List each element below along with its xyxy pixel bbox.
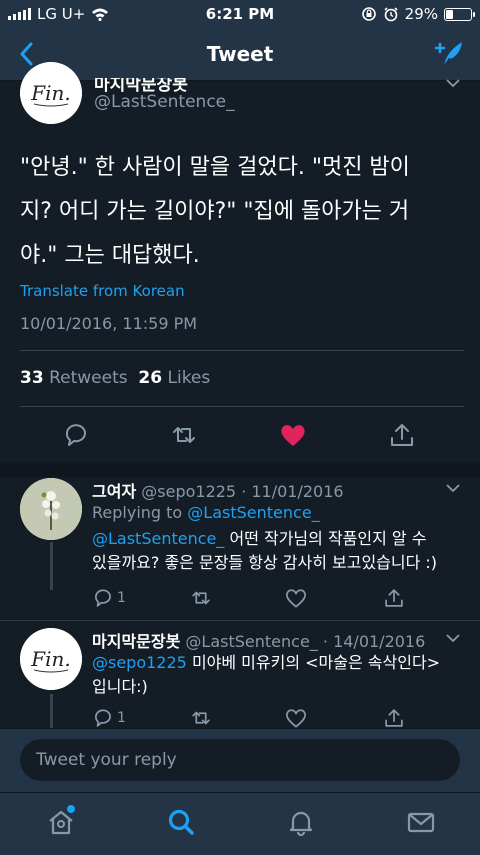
reply-author-name[interactable]: 마지막문장봇 [92, 632, 180, 651]
reply-text-part: 입니다:) [92, 677, 148, 696]
alarm-icon [384, 7, 398, 22]
notification-dot [65, 803, 77, 815]
chevron-down-icon[interactable] [446, 483, 460, 493]
tweet-text-line: "안녕." 한 사람이 말을 걸었다. "멋진 밤이 [20, 155, 410, 180]
share-icon[interactable] [388, 421, 416, 449]
tweet-stats[interactable]: 33 Retweets 26 Likes [20, 368, 210, 388]
share-icon[interactable] [383, 587, 405, 609]
retweet-icon[interactable] [170, 421, 198, 449]
reply-bar: Tweet your reply [0, 728, 480, 793]
thread-line [50, 542, 53, 590]
reply-count: 1 [117, 590, 126, 606]
bell-icon[interactable] [286, 807, 316, 837]
main-avatar[interactable]: Fin. [20, 62, 82, 124]
chevron-down-icon[interactable] [446, 633, 460, 643]
chevron-down-icon[interactable] [446, 78, 460, 88]
retweet-icon[interactable] [190, 587, 212, 609]
share-icon[interactable] [383, 707, 405, 729]
reply-date: 14/01/2016 [333, 632, 426, 651]
heart-outline-icon[interactable] [285, 587, 307, 609]
status-right: 29% [361, 5, 475, 23]
battery-icon [444, 7, 475, 21]
reply-author-handle[interactable]: @sepo1225 [141, 482, 236, 501]
heart-outline-icon[interactable] [285, 707, 307, 729]
reply-author-name[interactable]: 그여자 [92, 482, 136, 501]
reply-text: @sepo1225 미야베 미유키의 <마술은 속삭인다> 입니다:) [92, 651, 462, 699]
divider [0, 620, 480, 621]
likes-label: Likes [167, 368, 211, 388]
battery-percent: 29% [404, 5, 438, 23]
reply-icon[interactable] [62, 421, 90, 449]
mention-link[interactable]: @LastSentence_ [92, 529, 224, 548]
divider [20, 406, 464, 407]
compose-icon[interactable] [432, 38, 466, 70]
reply-avatar[interactable]: Fin. [20, 628, 82, 690]
replying-to-label: Replying to [92, 503, 183, 522]
reply-icon[interactable] [92, 587, 114, 609]
reply-header: 그여자 @sepo1225 · 11/01/2016 [92, 482, 344, 501]
reply-text-part: 미야베 미유키의 <마술은 속삭인다> [191, 653, 441, 672]
reply-header: 마지막문장봇 @LastSentence_ · 14/01/2016 [92, 632, 426, 651]
avatar-logo-text: Fin. [30, 81, 71, 105]
reply-text-part: 어떤 작가님의 작품인지 알 수 [229, 529, 427, 548]
reply-count: 1 [117, 710, 126, 726]
search-icon[interactable] [166, 807, 196, 837]
author-handle[interactable]: @LastSentence_ [94, 92, 235, 112]
retweet-count: 33 [20, 368, 44, 388]
reply-input[interactable]: Tweet your reply [20, 739, 460, 781]
tweet-text: "안녕." 한 사람이 말을 걸었다. "멋진 밤이 지? 어디 가는 길이야?… [20, 146, 460, 278]
translate-link[interactable]: Translate from Korean [20, 282, 185, 300]
reply-author-handle[interactable]: @LastSentence_ [185, 632, 317, 651]
reply-avatar[interactable] [20, 478, 82, 540]
section-separator [0, 463, 480, 477]
battery-fill [446, 9, 453, 19]
rotation-lock-icon [361, 7, 376, 21]
reply-text-part: 있을까요? 좋은 문장들 항상 감사히 보고있습니다 :) [92, 553, 438, 572]
tweet-text-line: 지? 어디 가는 길이야?" "집에 돌아가는 거 [20, 199, 410, 224]
retweet-icon[interactable] [190, 707, 212, 729]
status-bar: LG U+ 6:21 PM 29% [0, 0, 480, 28]
reply-icon[interactable] [92, 707, 114, 729]
like-count: 26 [138, 368, 163, 388]
mail-icon[interactable] [406, 807, 436, 837]
mention-link[interactable]: @sepo1225 [92, 653, 187, 672]
page-title: Tweet [206, 42, 274, 66]
replying-to-link[interactable]: @LastSentence_ [187, 503, 319, 522]
retweets-label: Retweets [49, 368, 128, 388]
avatar-logo-text: Fin. [30, 647, 71, 671]
reply-text: @LastSentence_ 어떤 작가님의 작품인지 알 수 있을까요? 좋은… [92, 527, 462, 575]
tab-bar [0, 792, 480, 855]
reply-date: 11/01/2016 [251, 482, 344, 501]
heart-icon[interactable] [279, 421, 307, 449]
replying-to: Replying to @LastSentence_ [92, 501, 462, 525]
tweet-timestamp: 10/01/2016, 11:59 PM [20, 314, 198, 333]
thread-line [50, 694, 53, 728]
tweet-text-line: 야." 그는 대답했다. [20, 243, 200, 268]
divider [20, 350, 464, 351]
